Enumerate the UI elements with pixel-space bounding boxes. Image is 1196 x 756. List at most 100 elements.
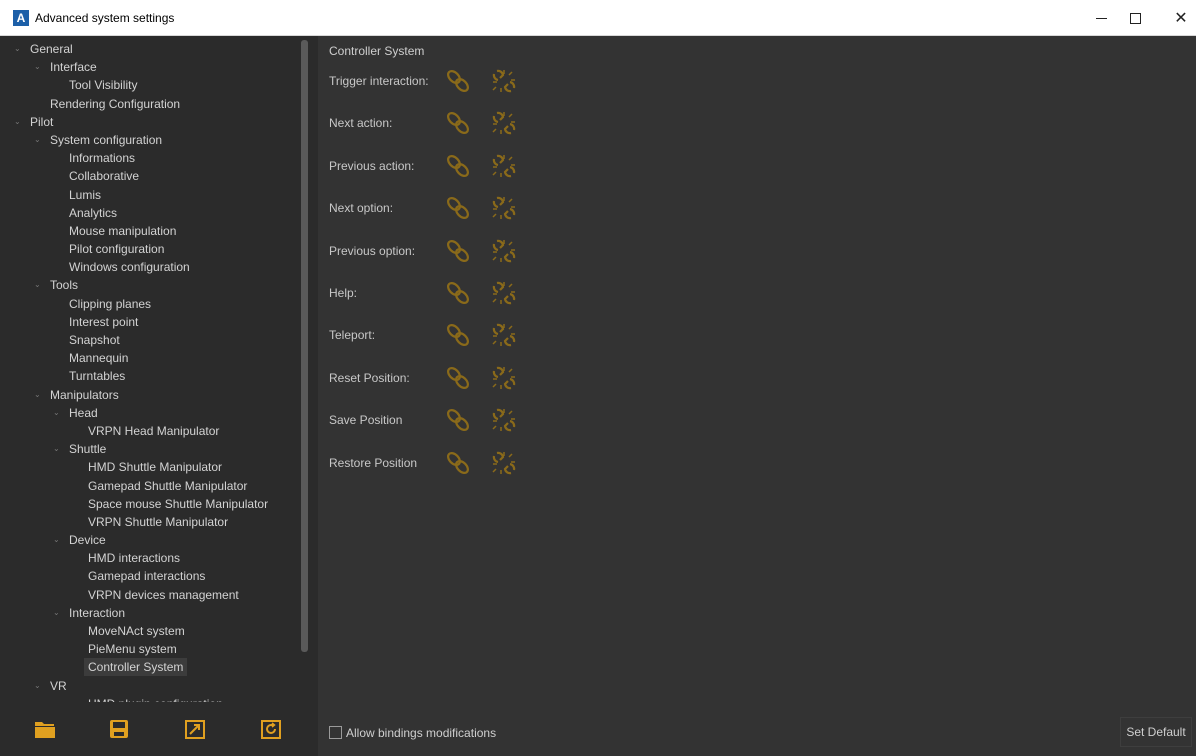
link-icon[interactable] [443,278,473,308]
tree-item[interactable]: ⌄ VR [0,677,300,695]
expand-arrow-icon[interactable]: ⌄ [53,404,60,422]
tree-item[interactable]: Gamepad Shuttle Manipulator [0,477,300,495]
tree-item[interactable]: ⌄ Manipulators [0,386,300,404]
allow-bindings-checkbox[interactable] [329,726,342,739]
allow-bindings-label[interactable]: Allow bindings modifications [346,726,496,740]
link-icon[interactable] [443,66,473,96]
tree-item[interactable]: Controller System [0,658,300,677]
tree-item[interactable]: Informations [0,149,300,167]
tree-item[interactable]: VRPN devices management [0,586,300,604]
settings-tree-panel: ⌄ General ⌄ Interface Tool Visibility Renderi… [0,36,312,702]
reset-icon[interactable] [260,718,282,740]
unlink-icon[interactable] [489,448,519,478]
tree-item[interactable]: ⌄ Head [0,404,300,422]
binding-label: Restore Position [329,455,418,470]
folder-icon[interactable] [34,718,56,740]
link-icon[interactable] [443,448,473,478]
tree-item[interactable]: ⌄ Interface [0,58,300,76]
tree-item[interactable]: Interest point [0,313,300,331]
tree-item[interactable]: MoveNAct system [0,622,300,640]
tree-item[interactable]: Snapshot [0,331,300,349]
unlink-icon[interactable] [489,236,519,266]
tree-item-label: Turntables [69,369,126,384]
unlink-icon[interactable] [489,405,519,435]
expand-arrow-icon[interactable]: ⌄ [53,440,60,458]
tree-item[interactable]: Tool Visibility [0,76,300,94]
controller-system-panel: Controller System Trigger interaction: N… [318,36,1196,756]
tree-item-label: Gamepad interactions [88,569,206,584]
expand-arrow-icon[interactable]: ⌄ [34,677,41,695]
link-icon[interactable] [443,236,473,266]
binding-label: Previous option: [329,243,416,258]
tree-item[interactable]: ⌄ Pilot [0,113,300,131]
tree-item[interactable]: VRPN Shuttle Manipulator [0,513,300,531]
binding-label: Trigger interaction: [329,74,429,88]
tree-item[interactable]: Space mouse Shuttle Manipulator [0,495,300,513]
expand-arrow-icon[interactable]: ⌄ [14,40,21,58]
tree-item[interactable]: Turntables [0,367,300,385]
tree-item[interactable]: ⌄ Tools [0,276,300,294]
expand-arrow-icon[interactable]: ⌄ [34,276,41,294]
tree-scrollbar[interactable] [301,40,308,652]
expand-arrow-icon[interactable]: ⌄ [34,131,41,149]
tree-item[interactable]: ⌄ Device [0,531,300,549]
tree-item[interactable]: Rendering Configuration [0,95,300,113]
tree-item[interactable]: Analytics [0,204,300,222]
unlink-icon[interactable] [489,151,519,181]
link-icon[interactable] [443,363,473,393]
expand-arrow-icon[interactable]: ⌄ [34,386,41,404]
unlink-icon[interactable] [489,108,519,138]
binding-label: Next action: [329,116,393,131]
unlink-icon[interactable] [489,320,519,350]
tree-item[interactable]: ⌄ Interaction [0,604,300,622]
unlink-icon[interactable] [489,193,519,223]
tree-item[interactable]: Gamepad interactions [0,567,300,585]
maximize-button[interactable] [1112,0,1158,36]
tree-item-label: Interface [50,60,97,75]
tree-item[interactable]: ⌄ Shuttle [0,440,300,458]
tree-item-label: VRPN Head Manipulator [88,423,220,438]
tree-item-label: Informations [69,151,136,166]
unlink-icon[interactable] [489,363,519,393]
tree-item[interactable]: PieMenu system [0,640,300,658]
tree-item[interactable]: Windows configuration [0,258,300,276]
tree-item[interactable]: VRPN Head Manipulator [0,422,300,440]
tree-item[interactable]: HMD Shuttle Manipulator [0,458,300,476]
export-icon[interactable] [184,718,206,740]
tree-item[interactable]: HMD plugin configuration [0,695,300,702]
expand-arrow-icon[interactable]: ⌄ [53,604,60,622]
tree-item[interactable]: ⌄ General [0,40,300,58]
link-icon[interactable] [443,405,473,435]
tree-item-label: Pilot [30,114,54,129]
tree-item[interactable]: ⌄ System configuration [0,131,300,149]
tree-item[interactable]: Mouse manipulation [0,222,300,240]
tree-item-label: VRPN devices management [88,587,239,602]
link-icon[interactable] [443,320,473,350]
expand-arrow-icon[interactable]: ⌄ [14,113,21,131]
tree-item-label: HMD interactions [88,551,181,566]
tree-item-label: PieMenu system [88,642,177,657]
tree-item-label: Mouse manipulation [69,223,177,238]
tree-item[interactable]: Pilot configuration [0,240,300,258]
tree-item[interactable]: Clipping planes [0,295,300,313]
tree-item-label: Windows configuration [69,260,190,275]
tree-item[interactable]: HMD interactions [0,549,300,567]
save-icon[interactable] [108,718,130,740]
expand-arrow-icon[interactable]: ⌄ [34,58,41,76]
expand-arrow-icon[interactable]: ⌄ [53,531,60,549]
unlink-icon[interactable] [489,66,519,96]
set-default-button[interactable]: Set Default [1120,717,1192,747]
unlink-icon[interactable] [489,278,519,308]
tree-item-label: General [30,42,73,56]
close-button[interactable]: ✕ [1158,0,1196,36]
tree-item[interactable]: Mannequin [0,349,300,367]
link-icon[interactable] [443,193,473,223]
tree-item-label: Head [69,405,98,420]
binding-label: Previous action: [329,158,415,173]
link-icon[interactable] [443,151,473,181]
tree-item-label: Space mouse Shuttle Manipulator [88,496,269,511]
tree-item[interactable]: Lumis [0,186,300,204]
link-icon[interactable] [443,108,473,138]
tree-item[interactable]: Collaborative [0,167,300,185]
binding-label: Teleport: [329,328,376,343]
